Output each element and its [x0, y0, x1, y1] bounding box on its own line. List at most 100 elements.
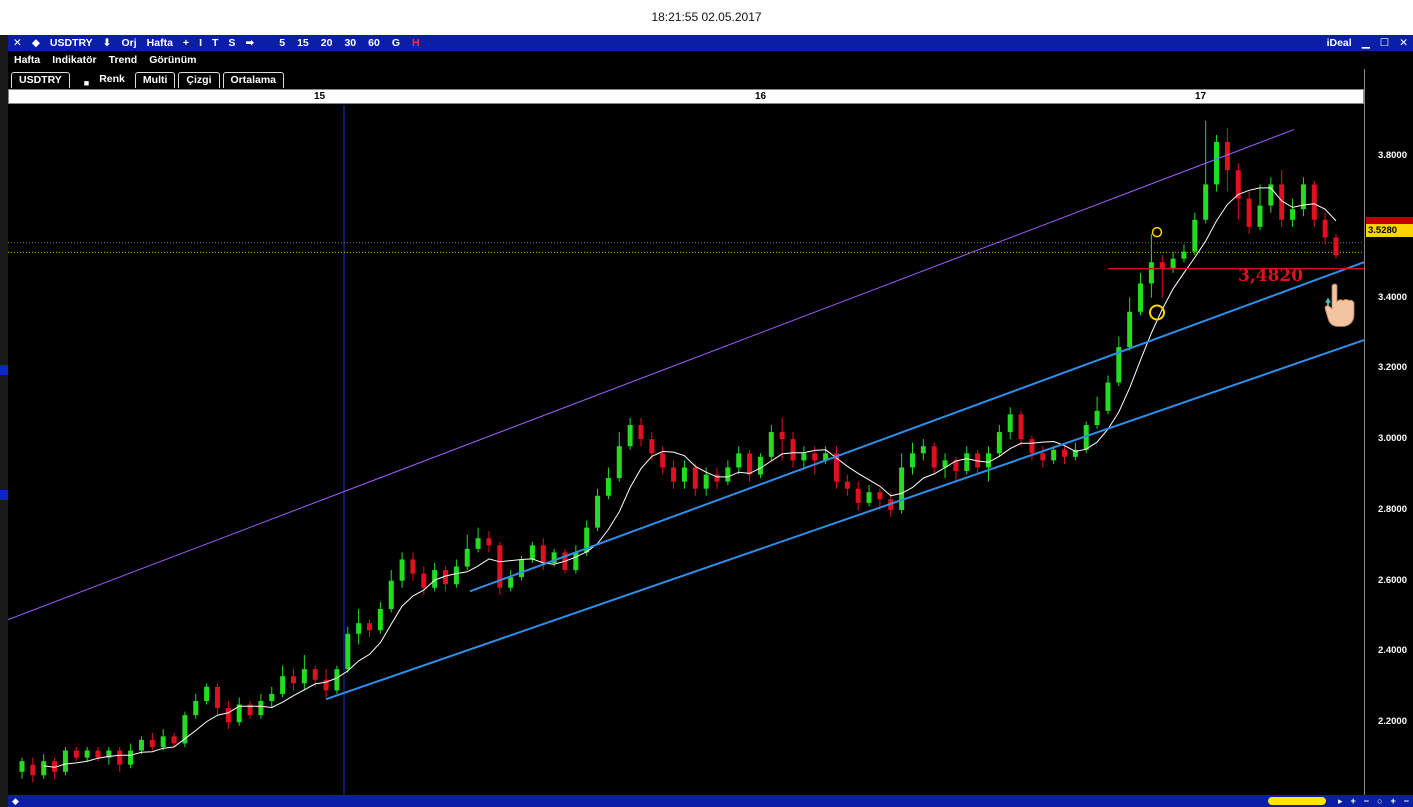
candle-body [931, 446, 937, 468]
candle-body [377, 609, 383, 631]
candle-body [453, 566, 459, 585]
period-button[interactable]: Hafta [142, 37, 178, 49]
candle-body [388, 580, 394, 609]
upper-channel-line [7, 129, 1295, 621]
candle-body [1062, 449, 1068, 457]
candle-body [1018, 414, 1024, 440]
candle-body [1148, 262, 1154, 284]
candle-body [681, 467, 687, 482]
moving-average-line [43, 187, 1337, 768]
candle-body [1007, 414, 1013, 433]
highlight-circle [1149, 304, 1165, 321]
pointing-hand-icon [1324, 283, 1355, 327]
period-15[interactable]: 15 [291, 37, 315, 49]
zoom-in-icon[interactable]: + [1347, 796, 1360, 806]
zoom-in-icon-2[interactable]: + [1386, 796, 1399, 806]
candle-body [529, 545, 535, 560]
candle-body [736, 453, 742, 468]
candle-body [692, 467, 698, 489]
candle-body [855, 488, 861, 503]
candle-body [345, 633, 351, 670]
candle-body [410, 559, 416, 574]
candle-body [258, 701, 264, 716]
candle-body [964, 453, 970, 471]
window-close-icon[interactable]: ✕ [1394, 37, 1413, 49]
back-arrow-icon[interactable]: ◆ [27, 37, 45, 49]
i-button[interactable]: I [194, 37, 207, 49]
menu-indikator[interactable]: Indikatör [46, 54, 102, 66]
tab-renk[interactable]: Renk [92, 72, 132, 88]
candle-body [1311, 184, 1317, 220]
menu-hafta[interactable]: Hafta [8, 54, 46, 66]
download-arrow-icon[interactable]: ⬇ [98, 37, 117, 49]
price-tick: 2.6000 [1377, 574, 1407, 586]
price-tick: 2.4000 [1377, 645, 1407, 657]
reset-zoom-icon[interactable]: ○ [1373, 796, 1386, 806]
candle-body [1181, 251, 1187, 259]
lower-channel-line [325, 339, 1365, 701]
candle-body [128, 750, 134, 765]
price-chart[interactable]: 3,4820 [7, 105, 1365, 795]
tab-symbol[interactable]: USDTRY [11, 72, 70, 88]
candle-body [1246, 198, 1252, 227]
status-bar: ◆ ▸ + − ○ + − [8, 795, 1413, 807]
scroll-thumb[interactable] [1267, 797, 1326, 805]
tab-cizgi[interactable]: Çizgi [178, 72, 220, 88]
date-axis: 15 16 17 [8, 89, 1364, 104]
candle-body [1051, 449, 1057, 461]
period-5[interactable]: 5 [273, 37, 291, 49]
candle-body [160, 736, 166, 747]
candle-body [1040, 453, 1046, 461]
candle-body [73, 750, 79, 758]
date-label: 15 [314, 91, 326, 102]
period-20[interactable]: 20 [315, 37, 339, 49]
period-h[interactable]: H [406, 37, 426, 49]
candle-body [920, 446, 926, 454]
s-button[interactable]: S [223, 37, 240, 49]
chart-window: ✕ ◆ USDTRY ⬇ Orj Hafta + I T S ➡ 5 15 20… [7, 35, 1413, 807]
plus-button[interactable]: + [178, 37, 194, 49]
zoom-out-icon[interactable]: − [1360, 796, 1373, 806]
period-30[interactable]: 30 [338, 37, 362, 49]
close-icon[interactable]: ✕ [8, 37, 27, 49]
price-tick: 3.2000 [1377, 362, 1407, 374]
minimize-icon[interactable]: ▁ [1357, 37, 1375, 49]
last-price-box: 3.5280 [1366, 224, 1413, 237]
candle-body [117, 750, 123, 765]
maximize-icon[interactable]: ☐ [1375, 37, 1394, 49]
candle-body [1203, 184, 1209, 220]
menu-trend[interactable]: Trend [103, 54, 144, 66]
candle-body [616, 446, 622, 479]
timestamp: 18:21:55 02.05.2017 [0, 0, 1413, 34]
tab-multi[interactable]: Multi [134, 72, 176, 88]
prev-price-marker [1366, 217, 1413, 224]
candle-body [812, 453, 818, 461]
period-g[interactable]: G [386, 37, 406, 49]
scroll-left-icon[interactable]: ◆ [8, 796, 23, 807]
forward-arrow-icon[interactable]: ➡ [240, 37, 259, 49]
period-60[interactable]: 60 [362, 37, 386, 49]
candle-body [909, 453, 915, 468]
candle-body [866, 492, 872, 503]
t-button[interactable]: T [207, 37, 223, 49]
candle-body [779, 432, 785, 440]
candle-body [1214, 141, 1220, 185]
price-tick: 3.8000 [1377, 150, 1407, 162]
candle-body [768, 432, 774, 457]
tab-ortalama[interactable]: Ortalama [222, 72, 285, 88]
candle-body [138, 739, 144, 751]
candle-body [660, 453, 666, 468]
candle-body [1105, 382, 1111, 411]
candlestick-chart[interactable]: 3,4820 [7, 105, 1365, 795]
candle-body [464, 548, 470, 567]
candle-body [149, 739, 155, 747]
orj-button[interactable]: Orj [116, 37, 141, 49]
menu-gorunum[interactable]: Görünüm [143, 54, 202, 66]
zoom-out-icon-2[interactable]: − [1400, 796, 1413, 806]
scroll-right-icon[interactable]: ▸ [1334, 796, 1347, 807]
candle-body [312, 669, 318, 680]
date-label: 17 [1195, 91, 1207, 102]
symbol-label[interactable]: USDTRY [45, 37, 98, 49]
candle-body [1257, 205, 1263, 227]
edge-marker [0, 490, 8, 500]
